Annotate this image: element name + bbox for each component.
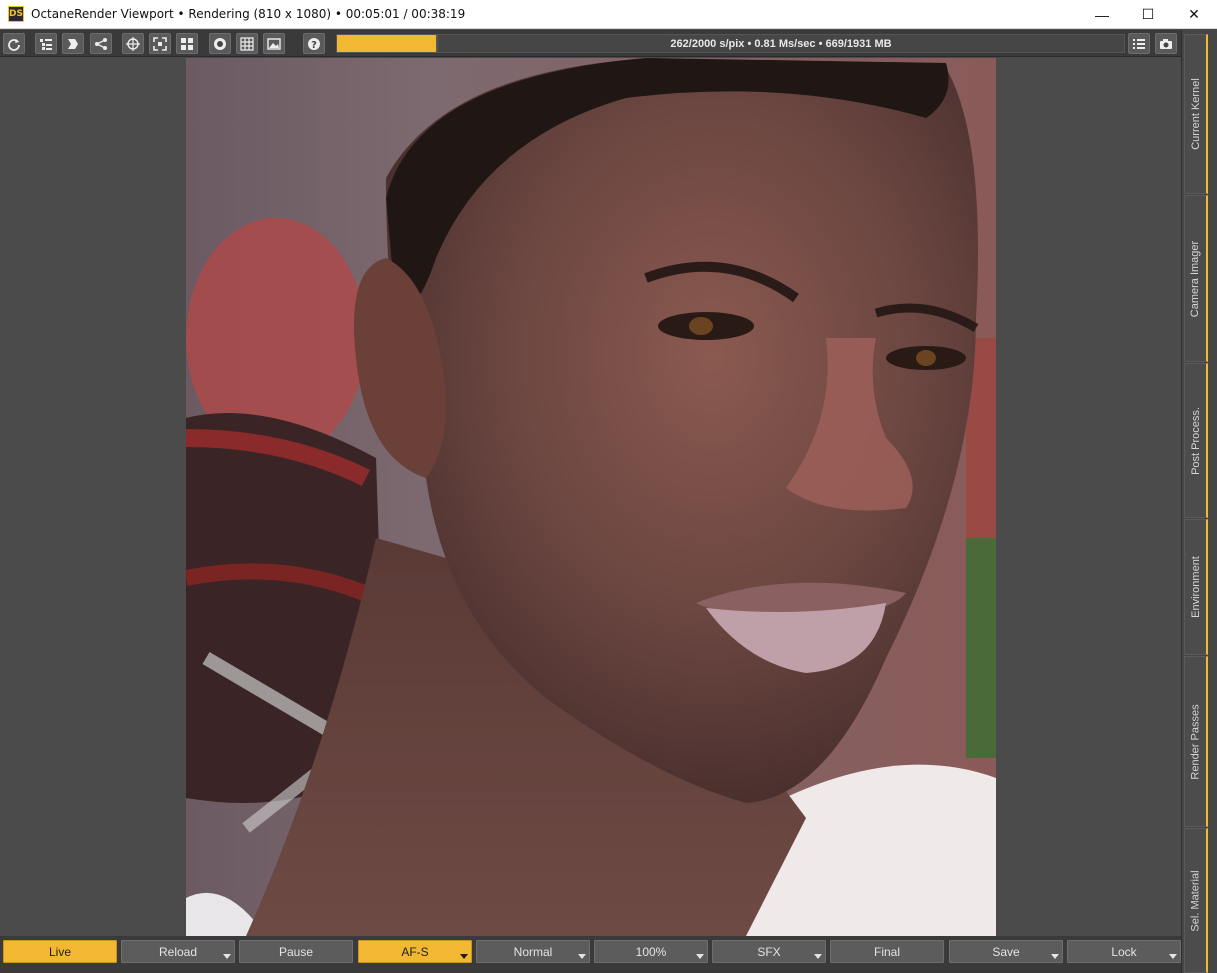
button-label: Save [992,944,1020,959]
scene-outline-button[interactable] [35,33,57,54]
window-title: OctaneRender Viewport • Rendering (810 x… [31,7,466,21]
render-stats: 262/2000 s/pix • 0.81 Ms/sec • 669/1931 … [437,34,1125,53]
render-image [186,58,996,936]
grid-icon [240,36,254,51]
dropdown-arrow-icon[interactable] [460,954,468,959]
af-s-button[interactable]: AF-S [358,940,472,963]
side-tab-label: Camera Imager [1189,240,1202,317]
render-viewport[interactable] [0,58,1181,936]
maximize-button[interactable]: ☐ [1125,0,1171,29]
export-button[interactable] [62,33,84,54]
daz-studio-app-icon: DS [8,6,24,22]
button-label: Reload [158,944,198,959]
reload-button[interactable]: Reload [121,940,235,963]
close-button[interactable]: ✕ [1171,0,1217,29]
button-label: Lock [1111,944,1137,959]
side-tab-label: Environment [1189,556,1202,618]
help-button[interactable]: ? [303,33,325,54]
camera-button[interactable] [1155,33,1177,54]
rendered-portrait [186,58,996,936]
button-label: 100% [635,944,667,959]
side-tab-render-passes[interactable]: Render Passes [1184,656,1208,827]
svg-text:?: ? [311,40,317,51]
help-icon: ? [308,37,320,51]
side-tab-camera-imager[interactable]: Camera Imager [1184,195,1208,362]
window-controls: — ☐ ✕ [1079,0,1217,29]
grid-layout-button[interactable] [176,33,198,54]
dropdown-arrow-icon[interactable] [578,954,586,959]
final-button[interactable]: Final [830,940,944,963]
side-tab-label: Current Kernel [1189,78,1202,150]
side-tab-panel: Current Kernel Camera Imager Post Process.… [1181,30,1217,973]
dropdown-arrow-icon[interactable] [1169,954,1177,959]
button-label: SFX [757,944,781,959]
button-label: Live [48,944,71,959]
list-icon [1133,38,1145,49]
share-icon [95,37,107,50]
share-button[interactable] [90,33,112,54]
scene-outline-icon [40,38,52,50]
title-bar: DS OctaneRender Viewport • Rendering (81… [0,0,1217,29]
viewport-toolbar: ? 262/2000 s/pix • 0.81 Ms/sec • 669/193… [0,30,1181,57]
pause-button[interactable]: Pause [239,940,353,963]
dropdown-arrow-icon[interactable] [814,954,822,959]
dropdown-arrow-icon[interactable] [223,954,231,959]
minimize-button[interactable]: — [1079,0,1125,29]
normal-button[interactable]: Normal [476,940,590,963]
side-tab-label: Post Process. [1189,406,1202,475]
lock-button[interactable]: Lock [1067,940,1181,963]
button-label: Normal [513,944,553,959]
refresh-button[interactable] [3,33,25,54]
record-icon [214,37,226,50]
target-button[interactable] [122,33,144,54]
render-progress-fill [337,35,436,52]
side-tab-post-process[interactable]: Post Process. [1184,363,1208,518]
side-tab-label: Render Passes [1189,703,1202,780]
grid-button[interactable] [236,33,258,54]
focus-frame-icon [153,36,167,51]
button-label: Pause [278,944,314,959]
render-progress-bar [336,34,437,53]
image-icon [267,37,281,50]
side-tab-sel-material[interactable]: Sel. Material [1184,828,1208,973]
button-label: AF-S [401,944,429,959]
record-button[interactable] [209,33,231,54]
button-label: Final [873,944,900,959]
list-button[interactable] [1128,33,1150,54]
refresh-icon [8,38,20,51]
sfx-button[interactable]: SFX [712,940,826,963]
save-button[interactable]: Save [949,940,1063,963]
grid-layout-icon [181,37,193,50]
focus-frame-button[interactable] [149,33,171,54]
image-button[interactable] [263,33,285,54]
dropdown-arrow-icon[interactable] [1051,954,1059,959]
side-tab-environment[interactable]: Environment [1184,519,1208,655]
live-button[interactable]: Live [3,940,117,963]
export-icon [68,38,78,49]
render-control-bar: Live Reload Pause AF-S Normal 100% SFX Final Sav… [0,936,1181,973]
side-tab-current-kernel[interactable]: Current Kernel [1184,34,1208,194]
camera-icon [1160,38,1172,49]
100--button[interactable]: 100% [594,940,708,963]
side-tab-label: Sel. Material [1189,869,1202,932]
dropdown-arrow-icon[interactable] [696,954,704,959]
target-icon [126,36,140,51]
